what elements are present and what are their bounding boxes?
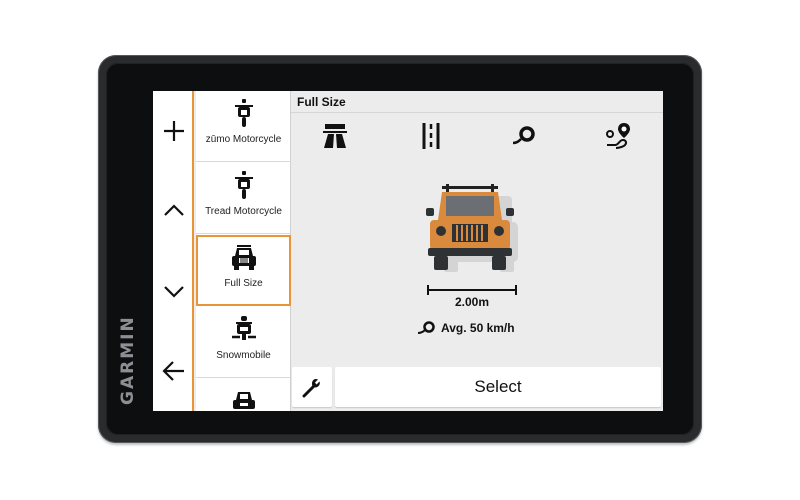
speed-icon <box>417 321 435 334</box>
speed-icon <box>512 126 535 145</box>
suv-icon <box>231 245 256 270</box>
brand-logo: GARMIN <box>118 315 138 405</box>
route-icon <box>606 123 630 149</box>
motorcycle-icon <box>234 99 253 127</box>
page-title: Full Size <box>297 95 346 109</box>
highway-button[interactable] <box>318 121 352 151</box>
divider <box>291 112 663 113</box>
add-button[interactable] <box>153 111 194 151</box>
vehicle-detail-panel: Full Size 2.00m Avg. 50 km/h Select <box>291 91 663 411</box>
vehicle-illustration <box>426 184 518 272</box>
nav-column <box>153 91 194 411</box>
list-item-zumo-motorcycle[interactable]: zūmo Motorcycle <box>196 91 291 162</box>
scroll-down-button[interactable] <box>153 271 194 311</box>
select-button[interactable]: Select <box>335 367 661 407</box>
settings-button[interactable] <box>292 367 332 407</box>
list-item-snowmobile[interactable]: Snowmobile <box>196 307 291 378</box>
vehicle-label: Tread Motorcycle <box>205 206 282 217</box>
avg-speed-row: Avg. 50 km/h <box>417 319 515 337</box>
vehicle-label: Full Size <box>224 278 263 289</box>
back-button[interactable] <box>153 351 194 391</box>
route-button[interactable] <box>601 121 635 151</box>
lane-icon <box>422 123 440 149</box>
wrench-icon <box>302 379 320 398</box>
car-icon <box>232 392 255 409</box>
avg-speed-value: Avg. 50 km/h <box>441 321 515 335</box>
chevron-up-icon <box>163 204 184 216</box>
vehicle-label: zūmo Motorcycle <box>205 134 282 145</box>
lane-button[interactable] <box>414 121 448 151</box>
snowmobile-icon <box>231 316 256 340</box>
list-item-full-size[interactable]: Full Size <box>196 235 291 306</box>
device-screen: zūmo Motorcycle Tread Motorcycle Full Si… <box>153 91 663 411</box>
list-item-car[interactable] <box>196 379 291 411</box>
vehicle-label: Snowmobile <box>216 350 271 361</box>
list-item-tread-motorcycle[interactable]: Tread Motorcycle <box>196 163 291 234</box>
chevron-down-icon <box>163 286 184 298</box>
vehicle-width-value: 2.00m <box>454 295 490 309</box>
scroll-up-button[interactable] <box>153 191 194 231</box>
vehicle-list: zūmo Motorcycle Tread Motorcycle Full Si… <box>196 91 291 411</box>
motorcycle-icon <box>234 171 253 199</box>
back-arrow-icon <box>161 361 184 381</box>
speed-button[interactable] <box>507 121 541 151</box>
highway-icon <box>323 124 347 148</box>
plus-icon <box>163 121 184 141</box>
